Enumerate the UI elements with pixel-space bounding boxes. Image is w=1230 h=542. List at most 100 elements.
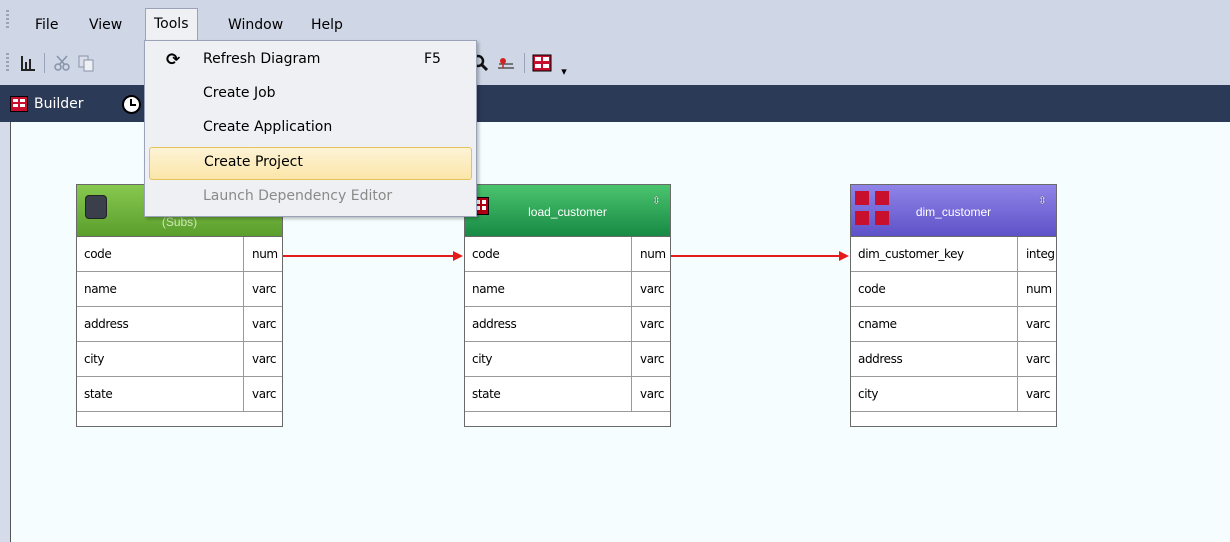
column-name: code <box>472 247 500 261</box>
column-type: varc <box>252 317 277 331</box>
sort-toggle-icon[interactable]: ⇳ <box>650 195 662 223</box>
column-divider <box>631 237 632 271</box>
column-name: city <box>472 352 493 366</box>
column-name: address <box>472 317 517 331</box>
column-name: name <box>472 282 505 296</box>
link-arrowhead <box>839 251 849 261</box>
column-divider <box>631 342 632 376</box>
menu-help[interactable]: Help <box>303 12 351 38</box>
layout-icon[interactable] <box>18 53 38 73</box>
column-type: varc <box>640 387 665 401</box>
entity-source-table[interactable]: (Subs) ⇳ codenum namevarc addressvarc ci… <box>76 184 283 427</box>
column-name: city <box>84 352 105 366</box>
menu-file[interactable]: File <box>27 12 66 38</box>
scheduler-clock-icon[interactable] <box>122 95 141 114</box>
column-type: varc <box>1026 387 1051 401</box>
menubar-grip[interactable] <box>6 10 9 30</box>
column-type: varc <box>640 352 665 366</box>
column-type: num <box>252 247 278 261</box>
link-load-to-dim <box>671 255 841 257</box>
column-divider <box>631 307 632 341</box>
table-row[interactable]: state varc <box>465 377 670 412</box>
column-divider <box>631 272 632 306</box>
entity-header[interactable]: dim_customer ⇳ <box>851 185 1056 237</box>
menu-item-refresh-diagram[interactable]: ⟳ Refresh Diagram F5 <box>149 45 472 75</box>
table-row[interactable]: address varc <box>465 307 670 342</box>
toolbar-separator-2 <box>524 53 525 73</box>
table-row[interactable]: cname varc <box>851 307 1056 342</box>
table-row[interactable]: city varc <box>851 377 1056 412</box>
column-type: integ <box>1026 247 1055 261</box>
sort-toggle-icon[interactable]: ⇳ <box>1036 195 1048 223</box>
toolbar-separator <box>44 53 45 73</box>
entity-title: dim_customer <box>915 205 992 219</box>
column-divider <box>243 377 244 411</box>
toolbar-grip[interactable] <box>6 53 9 73</box>
menu-item-label: Launch Dependency Editor <box>203 188 393 204</box>
menu-item-create-job[interactable]: Create Job <box>149 79 472 109</box>
column-type: varc <box>640 282 665 296</box>
builder-window-icon[interactable] <box>532 53 552 73</box>
menu-tools[interactable]: Tools <box>145 8 198 41</box>
column-name: cname <box>858 317 897 331</box>
link-arrowhead <box>453 251 463 261</box>
tab-builder-label: Builder <box>34 96 84 112</box>
copy-icon[interactable] <box>76 53 96 73</box>
column-name: state <box>472 387 501 401</box>
table-row[interactable]: dim_customer_key integ <box>851 237 1056 272</box>
column-type: varc <box>1026 352 1051 366</box>
entity-footer <box>465 412 670 426</box>
menu-window[interactable]: Window <box>220 12 291 38</box>
column-name: address <box>84 317 129 331</box>
column-name: name <box>84 282 117 296</box>
column-type: num <box>640 247 666 261</box>
cut-icon[interactable] <box>52 53 72 73</box>
column-divider <box>243 237 244 271</box>
entity-load-customer[interactable]: load_customer ⇳ code num name varc address… <box>464 184 671 427</box>
entity-header[interactable]: load_customer ⇳ <box>465 185 670 237</box>
menu-view[interactable]: View <box>81 12 130 38</box>
table-row[interactable]: name varc <box>465 272 670 307</box>
entity-footer <box>851 412 1056 426</box>
column-name: code <box>84 247 112 261</box>
column-divider <box>1017 237 1018 271</box>
table-row[interactable]: code num <box>851 272 1056 307</box>
table-row[interactable]: city varc <box>77 342 282 377</box>
column-type: varc <box>640 317 665 331</box>
table-row[interactable]: state varc <box>77 377 282 412</box>
link-source-to-load <box>283 255 455 257</box>
menu-bar: File View Tools Window Help <box>0 0 1230 41</box>
toolbar-overflow-icon[interactable]: ▾ <box>554 61 574 81</box>
entity-footer <box>77 412 282 426</box>
builder-icon <box>10 96 28 112</box>
menu-item-label: Create Job <box>203 85 276 101</box>
column-type: varc <box>252 387 277 401</box>
tab-builder[interactable]: Builder <box>10 93 84 115</box>
entity-title: (Subs) <box>161 215 198 229</box>
table-row[interactable]: address varc <box>77 307 282 342</box>
column-name: dim_customer_key <box>858 247 964 261</box>
column-name: address <box>858 352 903 366</box>
locate-icon[interactable] <box>496 53 516 73</box>
column-divider <box>243 272 244 306</box>
table-row[interactable]: code num <box>465 237 670 272</box>
entity-dim-customer[interactable]: dim_customer ⇳ dim_customer_key integ cod… <box>850 184 1057 427</box>
tools-menu: ⟳ Refresh Diagram F5 Create Job Create A… <box>144 40 477 217</box>
column-divider <box>243 342 244 376</box>
column-name: city <box>858 387 879 401</box>
column-name: code <box>858 282 886 296</box>
column-divider <box>243 307 244 341</box>
table-row[interactable]: address varc <box>851 342 1056 377</box>
menu-item-launch-dependency-editor[interactable]: Launch Dependency Editor <box>149 182 472 212</box>
table-row[interactable]: name varc <box>77 272 282 307</box>
column-divider <box>1017 307 1018 341</box>
table-row[interactable]: code num <box>77 237 282 272</box>
entity-title: load_customer <box>528 205 607 219</box>
table-row[interactable]: city varc <box>465 342 670 377</box>
menu-item-create-application[interactable]: Create Application <box>149 113 472 143</box>
column-type: varc <box>252 282 277 296</box>
column-divider <box>631 377 632 411</box>
menu-item-create-project[interactable]: Create Project <box>149 147 472 180</box>
column-divider <box>1017 342 1018 376</box>
column-divider <box>1017 377 1018 411</box>
